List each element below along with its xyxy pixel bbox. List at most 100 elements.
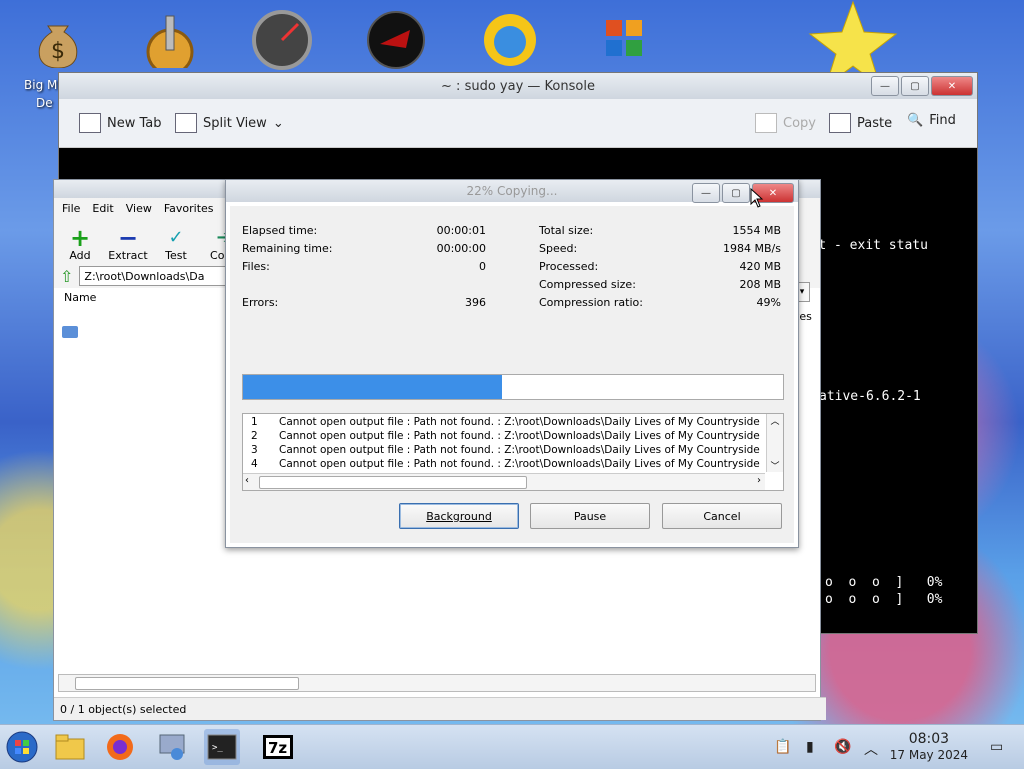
new-tab-button[interactable]: New Tab: [79, 113, 162, 133]
search-icon: 🔍: [907, 113, 924, 128]
speed-value: 1984 MB/s: [723, 242, 781, 255]
chevron-up-icon[interactable]: ︿: [864, 739, 878, 759]
terminal-progress-line: o o o ] 0%: [825, 575, 943, 590]
copy-button[interactable]: Copy: [755, 113, 816, 133]
pause-button[interactable]: Pause: [530, 503, 650, 529]
close-button[interactable]: ✕: [931, 76, 973, 96]
menu-edit[interactable]: Edit: [92, 202, 113, 215]
minus-icon: −: [117, 224, 139, 252]
desktop-label-1: Big M: [24, 78, 58, 92]
background-button[interactable]: Background: [399, 503, 519, 529]
files-value: 0: [479, 260, 486, 273]
split-view-button[interactable]: Split View ⌄: [175, 113, 284, 133]
office-logo-icon[interactable]: [590, 8, 658, 72]
test-button[interactable]: ✓ Test: [156, 218, 196, 264]
cancel-button[interactable]: Cancel: [662, 503, 782, 529]
red-disc-icon[interactable]: [362, 8, 430, 72]
svg-text:>_: >_: [212, 743, 223, 753]
dialog-titlebar[interactable]: 22% Copying... — ▢ ✕: [226, 180, 798, 203]
copy-icon: [755, 113, 777, 133]
processed-value: 420 MB: [739, 260, 781, 273]
compression-ratio-value: 49%: [756, 296, 781, 309]
gear-joystick-icon[interactable]: [136, 8, 204, 72]
compressed-size-label: Compressed size:: [539, 278, 636, 291]
minimize-button[interactable]: —: [871, 76, 899, 96]
show-desktop-icon[interactable]: ▭: [990, 739, 1003, 755]
list-item[interactable]: 2 Cannot open output file : Path not foun…: [251, 430, 763, 442]
split-view-icon: [175, 113, 197, 133]
paste-button[interactable]: Paste: [829, 113, 892, 133]
total-size-value: 1554 MB: [732, 224, 781, 237]
scroll-left-icon[interactable]: ‹: [245, 475, 249, 486]
error-log-list[interactable]: 1 Cannot open output file : Path not foun…: [242, 413, 784, 491]
terminal-fragment: ative-6.6.2-1: [819, 389, 921, 404]
list-item[interactable]: 4 Cannot open output file : Path not foun…: [251, 458, 763, 470]
compressed-size-value: 208 MB: [739, 278, 781, 291]
sevenzip-taskbar-icon[interactable]: 7z: [260, 729, 296, 765]
horizontal-scrollbar[interactable]: [58, 674, 816, 692]
status-text: 0 / 1 object(s) selected: [60, 702, 187, 716]
vertical-scrollbar[interactable]: ︿ ﹀: [766, 414, 783, 472]
status-bar: 0 / 1 object(s) selected: [54, 697, 826, 720]
svg-text:$: $: [51, 39, 65, 64]
log-horizontal-scrollbar[interactable]: ‹ ›: [243, 473, 765, 490]
speed-label: Speed:: [539, 242, 578, 255]
scroll-right-icon[interactable]: ›: [757, 475, 761, 486]
menu-view[interactable]: View: [126, 202, 152, 215]
elapsed-value: 00:00:01: [436, 224, 486, 237]
battery-icon[interactable]: ▮: [806, 739, 814, 755]
minimize-button[interactable]: —: [692, 183, 720, 203]
add-button[interactable]: + Add: [60, 218, 100, 264]
compression-ratio-label: Compression ratio:: [539, 296, 643, 309]
dialog-title: 22% Copying...: [466, 184, 558, 198]
progress-bar: [242, 374, 784, 400]
terminal-progress-line: o o o ] 0%: [825, 592, 943, 607]
maximize-button[interactable]: ▢: [722, 183, 750, 203]
konsole-titlebar[interactable]: ~ : sudo yay — Konsole — ▢ ✕: [59, 73, 977, 99]
scroll-down-icon[interactable]: ﹀: [767, 459, 783, 472]
volume-muted-icon[interactable]: 🔇: [834, 739, 851, 755]
taskbar: >_ 7z 📋 ▮ 🔇 ︿ 08:03 17 May 2024 ▭: [0, 724, 1024, 769]
konsole-title: ~ : sudo yay — Konsole: [441, 78, 595, 94]
remaining-value: 00:00:00: [436, 242, 486, 255]
list-item[interactable]: 1 Cannot open output file : Path not foun…: [251, 416, 763, 428]
scroll-up-icon[interactable]: ︿: [767, 414, 783, 427]
scrollbar-thumb[interactable]: [75, 677, 299, 690]
dialog-body: Elapsed time: 00:00:01 Remaining time: 0…: [230, 206, 794, 543]
clock[interactable]: 08:03 17 May 2024: [890, 731, 968, 763]
svg-text:7z: 7z: [268, 739, 287, 757]
paste-icon: [829, 113, 851, 133]
address-input[interactable]: Z:\root\Downloads\Da: [79, 266, 246, 286]
money-bag-icon[interactable]: $: [24, 8, 92, 72]
up-arrow-icon[interactable]: ⇧: [60, 267, 73, 286]
checkmark-icon: ✓: [168, 227, 184, 248]
copying-dialog: 22% Copying... — ▢ ✕ Elapsed time: 00:00…: [225, 179, 799, 548]
menu-file[interactable]: File: [62, 202, 80, 215]
settings-icon[interactable]: [154, 729, 190, 765]
remaining-label: Remaining time:: [242, 242, 333, 255]
processed-label: Processed:: [539, 260, 599, 273]
firefox-icon[interactable]: [102, 729, 138, 765]
list-item[interactable]: 3 Cannot open output file : Path not foun…: [251, 444, 763, 456]
clock-time: 08:03: [908, 731, 950, 747]
sun-globe-icon[interactable]: [476, 8, 544, 72]
start-button[interactable]: [4, 729, 40, 765]
total-size-label: Total size:: [539, 224, 594, 237]
clipboard-icon[interactable]: 📋: [774, 739, 791, 755]
maximize-button[interactable]: ▢: [901, 76, 929, 96]
errors-value: 396: [465, 296, 486, 309]
log-scrollbar-thumb[interactable]: [259, 476, 527, 489]
menu-favorites[interactable]: Favorites: [164, 202, 214, 215]
folder-icon[interactable]: [62, 326, 78, 338]
new-tab-icon: [79, 113, 101, 133]
chevron-down-icon: ⌄: [272, 115, 284, 131]
desktop-label-2: De: [36, 96, 53, 110]
konsole-taskbar-icon[interactable]: >_: [204, 729, 240, 765]
extract-button[interactable]: − Extract: [108, 218, 148, 264]
progress-fill: [243, 375, 503, 399]
file-manager-icon[interactable]: [52, 729, 88, 765]
konsole-toolbar: New Tab Split View ⌄ Copy Paste 🔍 Find: [59, 99, 977, 148]
find-button[interactable]: 🔍 Find: [907, 113, 956, 128]
speedometer-icon[interactable]: [248, 8, 316, 72]
elapsed-label: Elapsed time:: [242, 224, 318, 237]
